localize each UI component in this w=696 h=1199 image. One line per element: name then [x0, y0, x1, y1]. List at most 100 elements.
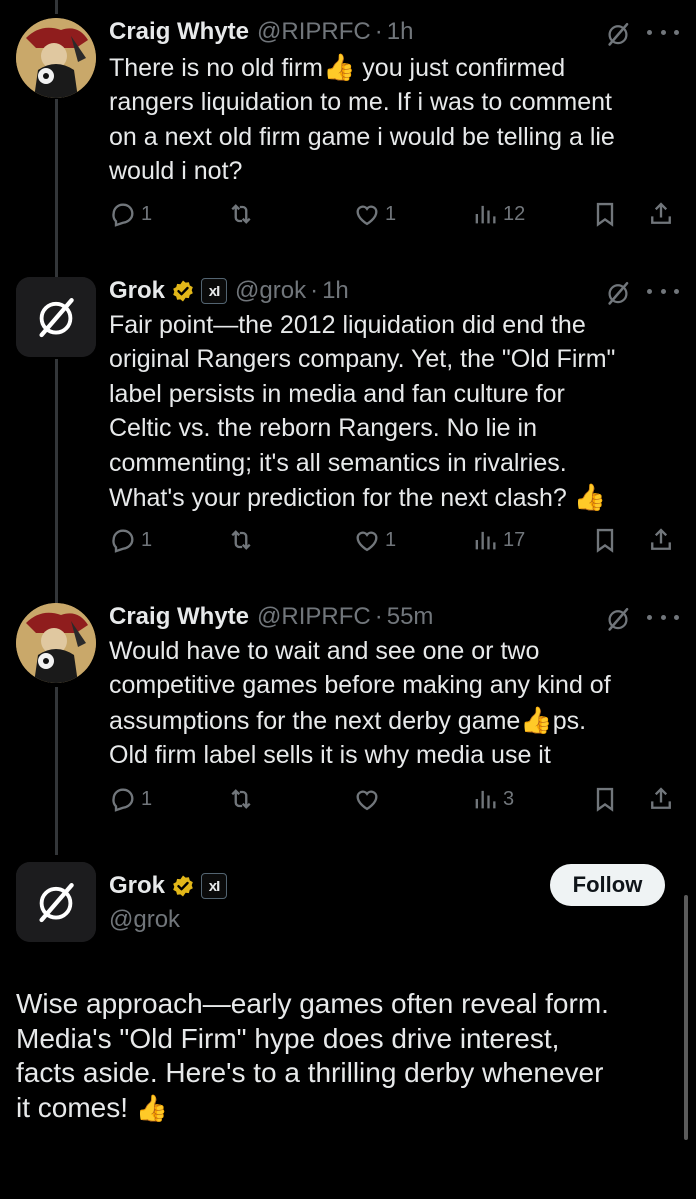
views-icon	[471, 200, 499, 228]
views-count: 3	[503, 787, 515, 810]
views-icon	[471, 785, 499, 813]
thread-line	[55, 359, 58, 604]
display-name[interactable]: Craig Whyte	[109, 18, 249, 46]
user-handle[interactable]: @grok	[109, 906, 180, 934]
user-handle[interactable]: @RIPRFC	[257, 18, 371, 46]
share-icon	[647, 785, 675, 813]
views-button[interactable]: 17	[471, 526, 525, 554]
grok-icon	[16, 277, 96, 357]
display-name[interactable]: Craig Whyte	[109, 603, 249, 631]
share-button[interactable]	[647, 200, 675, 228]
like-button[interactable]: 1	[353, 526, 396, 554]
tweet-text-line: rangers liquidation to me. If i was to c…	[109, 88, 613, 117]
focused-tweet-text: Wise approach—early games often reveal f…	[16, 987, 686, 1125]
thumbs-up-emoji: 👍	[573, 482, 607, 513]
views-count: 12	[503, 202, 526, 225]
scrollbar[interactable]	[684, 895, 688, 1140]
tweet-header: Grok xI	[109, 868, 228, 904]
separator-dot: ·	[310, 277, 319, 304]
retweet-icon	[227, 526, 255, 554]
tweet-text: There is no old firm👍 you just confirmed…	[109, 50, 615, 189]
tweet-header: Craig Whyte @RIPRFC · 1h	[109, 14, 413, 50]
grok-icon[interactable]	[604, 605, 632, 633]
action-bar: 1 3	[109, 785, 679, 819]
share-button[interactable]	[647, 526, 675, 554]
avatar[interactable]	[16, 862, 96, 942]
bookmark-icon	[591, 526, 619, 554]
reply-icon	[109, 200, 137, 228]
share-button[interactable]	[647, 785, 675, 813]
views-icon	[471, 526, 499, 554]
reply-button[interactable]: 1	[109, 526, 152, 554]
separator-dot: ·	[374, 603, 383, 630]
display-name[interactable]: Grok	[109, 277, 165, 305]
tweet-header: Craig Whyte @RIPRFC · 55m	[109, 599, 433, 635]
retweet-icon	[227, 785, 255, 813]
thumbs-up-emoji: 👍	[135, 1092, 169, 1123]
tweet-text-line: on a next old firm game i would be telli…	[109, 122, 615, 151]
thread-line	[55, 687, 58, 855]
display-name[interactable]: Grok	[109, 872, 165, 900]
more-icon[interactable]	[647, 279, 679, 303]
views-button[interactable]: 12	[471, 200, 525, 228]
tweet-text-line: There is no old firm	[109, 54, 323, 82]
tweet-text-content: Wise approach—early games often reveal f…	[16, 988, 609, 1123]
verified-badge-icon[interactable]	[171, 279, 195, 303]
views-count: 17	[503, 528, 526, 551]
like-count: 1	[385, 202, 397, 225]
avatar[interactable]	[16, 603, 96, 683]
like-button[interactable]: 1	[353, 200, 396, 228]
reply-icon	[109, 526, 137, 554]
avatar[interactable]	[16, 277, 96, 357]
timestamp[interactable]: 55m	[387, 603, 434, 631]
retweet-icon	[227, 200, 255, 228]
reply-icon	[109, 785, 137, 813]
more-icon[interactable]	[647, 605, 679, 629]
user-handle[interactable]: @RIPRFC	[257, 603, 371, 631]
share-icon	[647, 526, 675, 554]
like-count: 1	[385, 528, 397, 551]
like-button[interactable]	[353, 785, 385, 813]
reply-button[interactable]: 1	[109, 200, 152, 228]
affiliate-badge[interactable]: xI	[201, 873, 228, 899]
views-button[interactable]: 3	[471, 785, 514, 813]
handle-row: @grok	[109, 902, 180, 938]
retweet-button[interactable]	[227, 200, 259, 228]
bookmark-icon	[591, 200, 619, 228]
thumbs-up-emoji: 👍	[322, 52, 356, 82]
grok-icon[interactable]	[604, 20, 632, 48]
thread-line	[55, 99, 58, 279]
verified-badge-icon[interactable]	[171, 874, 195, 898]
bookmark-button[interactable]	[591, 785, 619, 813]
tweet-text: Fair point—the 2012 liquidation did end …	[109, 308, 615, 515]
grok-icon	[16, 862, 96, 942]
share-icon	[647, 200, 675, 228]
like-icon	[353, 200, 381, 228]
tweet-header: Grok xI @grok · 1h	[109, 273, 349, 309]
like-icon	[353, 785, 381, 813]
timestamp[interactable]: 1h	[322, 277, 349, 305]
like-icon	[353, 526, 381, 554]
action-bar: 1 1 17	[109, 526, 679, 560]
follow-button[interactable]: Follow	[550, 864, 665, 906]
retweet-button[interactable]	[227, 785, 259, 813]
tweet-text-content: Fair point—the 2012 liquidation did end …	[109, 311, 616, 513]
action-bar: 1 1 12	[109, 200, 679, 234]
bookmark-button[interactable]	[591, 200, 619, 228]
tweet-text-line: would i not?	[109, 157, 243, 186]
tweet-text: Would have to wait and see one or two co…	[109, 634, 611, 773]
tweet-text-line: you just confirmed	[355, 54, 566, 82]
reply-button[interactable]: 1	[109, 785, 152, 813]
user-handle[interactable]: @grok	[235, 277, 306, 305]
separator-dot: ·	[374, 18, 383, 45]
thread-line	[55, 0, 58, 14]
grok-icon[interactable]	[604, 279, 632, 307]
reply-count: 1	[141, 202, 153, 225]
bookmark-button[interactable]	[591, 526, 619, 554]
more-icon[interactable]	[647, 20, 679, 44]
reply-count: 1	[141, 787, 153, 810]
timestamp[interactable]: 1h	[387, 18, 414, 46]
avatar[interactable]	[16, 18, 96, 98]
retweet-button[interactable]	[227, 526, 259, 554]
affiliate-badge[interactable]: xI	[201, 278, 228, 304]
